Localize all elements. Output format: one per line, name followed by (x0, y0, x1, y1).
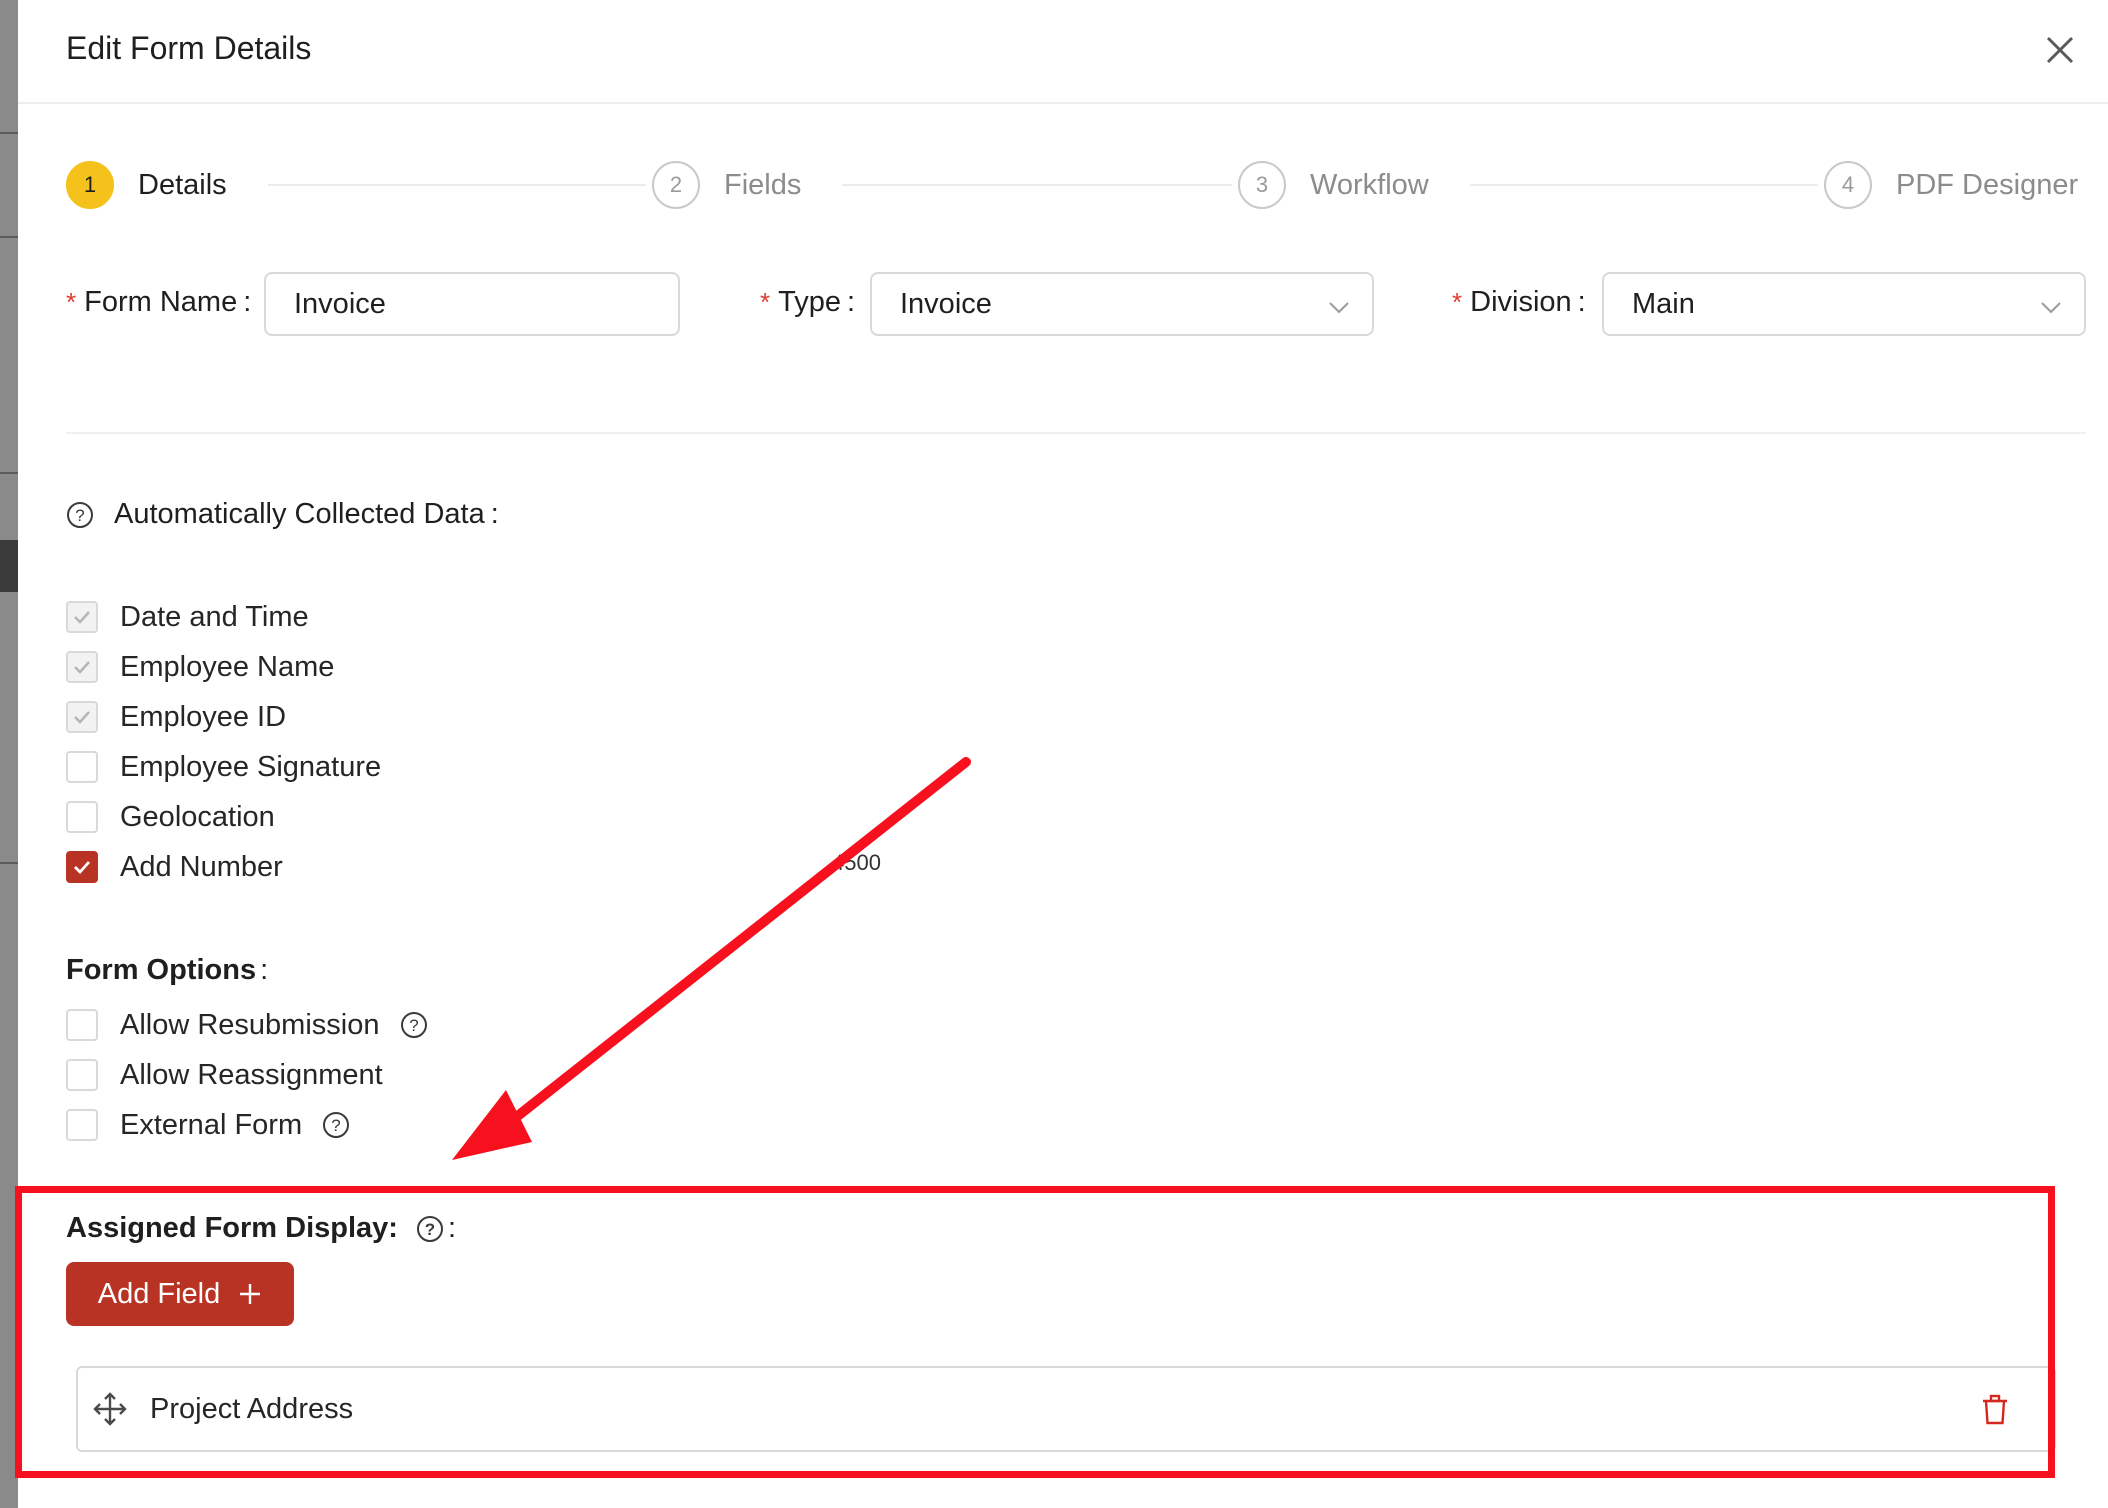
checkbox (66, 701, 98, 733)
form-basics-row: * Form Name: Invoice * Type: Invoice * Divi… (18, 272, 2108, 336)
checkbox[interactable] (66, 801, 98, 833)
backdrop-divider (0, 236, 18, 238)
auto-data-option[interactable]: Employee Signature (66, 750, 381, 784)
type-label: * Type: (760, 286, 856, 318)
form-options-heading: Form Options: (66, 954, 269, 986)
drawer-title: Edit Form Details (66, 30, 312, 66)
form-option[interactable]: Allow Resubmission ? (66, 1008, 428, 1042)
help-icon[interactable]: ? (66, 501, 94, 529)
step-connector (268, 184, 646, 186)
step-connector (842, 184, 1232, 186)
step-label: Fields (724, 168, 802, 201)
checkbox-label: Employee ID (120, 700, 287, 733)
annotation-highlight-box (15, 1186, 2055, 1478)
step-connector (1470, 184, 1818, 186)
chevron-down-icon (2041, 302, 2061, 314)
auto-data-option[interactable]: Geolocation (66, 800, 275, 834)
step-number: 1 (66, 161, 114, 209)
check-icon (74, 711, 90, 724)
checkbox-label: External Form (120, 1108, 303, 1141)
auto-data-heading: ? Automatically Collected Data: (66, 498, 499, 531)
check-icon (74, 661, 90, 674)
checkbox[interactable] (66, 1009, 98, 1041)
form-option[interactable]: External Form ? (66, 1108, 350, 1142)
form-name-input[interactable]: Invoice (264, 272, 680, 336)
backdrop-divider (0, 862, 18, 864)
backdrop-block (0, 540, 18, 592)
checkbox-label: Date and Time (120, 600, 309, 633)
step-label: PDF Designer (1896, 168, 2079, 201)
step-fields[interactable]: 2 Fields (652, 160, 801, 210)
help-icon[interactable]: ? (322, 1111, 350, 1139)
step-pdf-designer[interactable]: 4 PDF Designer (1824, 160, 2078, 210)
type-select[interactable]: Invoice (870, 272, 1374, 336)
auto-data-option: Employee ID (66, 700, 286, 734)
step-indicator: 1 Details 2 Fields 3 Workflow 4 PDF Desi… (66, 160, 2086, 210)
form-name-label: * Form Name: (66, 286, 252, 318)
checkbox-label: Allow Resubmission (120, 1008, 380, 1041)
checkbox[interactable] (66, 1059, 98, 1091)
step-number: 3 (1238, 161, 1286, 209)
backdrop-divider (0, 132, 18, 134)
drawer-header: Edit Form Details (18, 0, 2108, 104)
close-icon[interactable] (2042, 32, 2078, 68)
checkbox[interactable] (66, 851, 98, 883)
step-label: Workflow (1310, 168, 1429, 201)
check-icon (74, 611, 90, 624)
checkbox[interactable] (66, 751, 98, 783)
step-label: Details (138, 168, 227, 201)
step-workflow[interactable]: 3 Workflow (1238, 160, 1429, 210)
checkbox-label: Employee Signature (120, 750, 382, 783)
checkbox-label: Allow Reassignment (120, 1058, 383, 1091)
chevron-down-icon (1329, 302, 1349, 314)
help-icon[interactable]: ? (400, 1011, 428, 1039)
step-number: 2 (652, 161, 700, 209)
svg-text:?: ? (75, 506, 84, 525)
checkbox (66, 651, 98, 683)
section-divider (66, 432, 2086, 434)
form-option[interactable]: Allow Reassignment (66, 1058, 383, 1092)
checkbox-label: Add Number (120, 850, 283, 883)
check-icon (74, 861, 91, 875)
step-number: 4 (1824, 161, 1872, 209)
checkbox-label: Geolocation (120, 800, 275, 833)
number-value-text: 4500 (832, 850, 881, 875)
svg-text:?: ? (409, 1016, 418, 1035)
checkbox-label: Employee Name (120, 650, 335, 683)
auto-data-option: Employee Name (66, 650, 334, 684)
backdrop-divider (0, 472, 18, 474)
auto-data-option[interactable]: Add Number (66, 850, 283, 884)
step-details[interactable]: 1 Details (66, 160, 227, 210)
checkbox (66, 601, 98, 633)
checkbox[interactable] (66, 1109, 98, 1141)
auto-data-option: Date and Time (66, 600, 309, 634)
division-select[interactable]: Main (1602, 272, 2086, 336)
svg-text:?: ? (331, 1116, 340, 1135)
division-label: * Division: (1452, 286, 1586, 318)
